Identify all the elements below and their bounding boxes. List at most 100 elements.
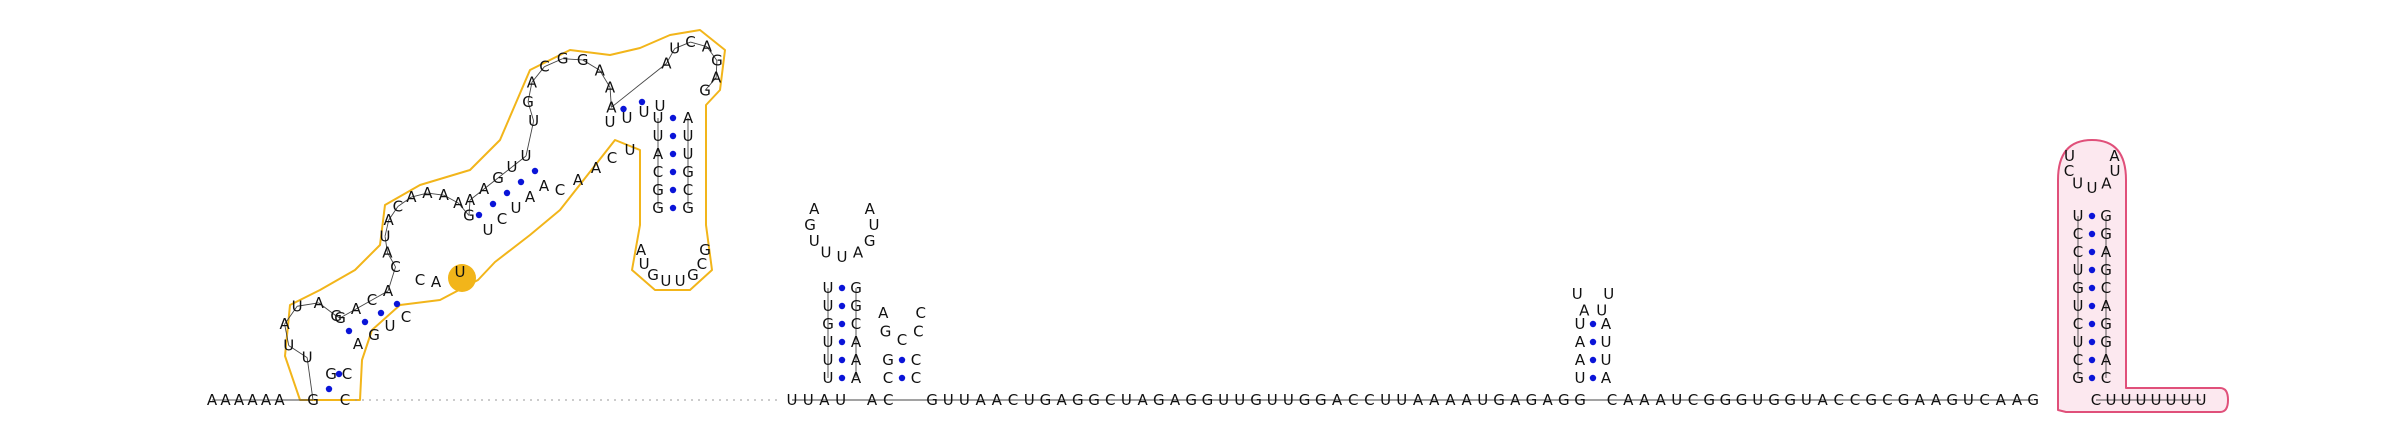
base-pair-dot [377,309,385,317]
nucleotide-C: C [653,163,663,181]
nucleotide-A: A [2101,351,2112,369]
nucleotide-G: G [711,52,723,70]
base-pair-dot [669,204,677,212]
base-pair-dot [2088,338,2096,346]
base-pair-dot [393,300,401,308]
nucleotide-A: A [865,200,876,218]
nucleotide-A: A [1623,391,1634,409]
nucleotide-U: U [675,272,686,290]
nucleotide-U: U [1267,391,1278,409]
nucleotide-A: A [851,333,862,351]
nucleotide-A: A [1915,391,1926,409]
nucleotide-A: A [605,78,616,96]
nucleotide-A: A [1542,391,1553,409]
nucleotide-C: C [401,308,411,326]
nucleotide-G: G [1736,391,1748,409]
nucleotide-G: G [1315,391,1327,409]
nucleotide-U: U [283,337,294,355]
nucleotide-U: U [521,147,532,165]
nucleotide-A: A [1445,391,1456,409]
nucleotide-G: G [557,50,569,68]
nucleotide-U: U [380,227,391,245]
nucleotide-U: U [1601,351,1612,369]
base-pair-dot [838,374,846,382]
nucleotide-G: G [822,315,834,333]
nucleotide-G: G [577,51,589,69]
base-pair-dot [345,327,353,335]
nucleotide-G: G [699,241,711,259]
nucleotide-A: A [2101,297,2112,315]
nucleotide-U: U [823,279,834,297]
nucleotide-U: U [653,109,664,127]
nucleotide-U: U [605,113,616,131]
nucleotide-U: U [835,391,846,409]
nucleotide-U: U [2073,261,2084,279]
nucleotide-A: A [422,184,433,202]
nucleotide-G: G [882,351,894,369]
nucleotide-U: U [1218,391,1229,409]
nucleotide-G: G [1558,391,1570,409]
nucleotide-G: G [1153,391,1165,409]
nucleotide-G: G [652,199,664,217]
nucleotide-C: C [1008,391,1018,409]
nucleotide-A: A [2012,391,2023,409]
nucleotide-G: G [1493,391,1505,409]
nucleotide-U: U [528,112,539,130]
nucleotide-A: A [1575,351,1586,369]
nucleotide-G: G [2100,315,2112,333]
nucleotide-G: G [682,199,694,217]
nucleotide-G: G [1898,391,1910,409]
nucleotide-A: A [465,191,476,209]
nucleotide-C: C [1607,391,1617,409]
nucleotide-A: A [1601,369,1612,387]
nucleotide-C: C [1850,391,1860,409]
nucleotide-C: C [415,271,425,289]
base-pair-dot [2088,266,2096,274]
base-pair-dot [2088,212,2096,220]
nucleotide-G: G [1720,391,1732,409]
nucleotide-U: U [292,297,303,315]
nucleotide-U: U [959,391,970,409]
nucleotide-A: A [1931,391,1942,409]
nucleotide-A: A [1056,391,1067,409]
base-pair-dot [669,150,677,158]
nucleotide-G: G [1250,391,1262,409]
nucleotide-C: C [1105,391,1115,409]
base-pair-layer [325,98,2096,393]
nucleotide-A: A [479,180,490,198]
nucleotide-U: U [1575,369,1586,387]
nucleotide-G: G [1299,391,1311,409]
nucleotide-G: G [492,169,504,187]
nucleotide-A: A [1413,391,1424,409]
nucleotide-A: A [992,391,1003,409]
nucleotide-U: U [483,221,494,239]
nucleotide-A: A [353,335,364,353]
nucleotide-C: C [2073,351,2083,369]
nucleotide-U: U [683,127,694,145]
nucleotide-A: A [406,188,417,206]
rna-secondary-structure-diagram: A A A A A A G CUUAU AGG CGAAGCUACC AUCAUACA A A AGAUA… [207,29,2229,413]
nucleotide-G: G [307,391,319,409]
nucleotide-U: U [669,40,680,58]
nucleotide-A: A [1996,391,2007,409]
base-pair-dot [325,385,333,393]
nucleotide-C: C [1688,391,1698,409]
base-pair-dot [1589,320,1597,328]
nucleotide-A: A [1170,391,1181,409]
nucleotide-A: A [851,351,862,369]
nucleotide-C: C [2091,391,2101,409]
nucleotide-C: C [883,391,893,409]
nucleotide-U: U [2087,179,2098,197]
nucleotide-G: G [1526,391,1538,409]
nucleotide-G: G [1768,391,1780,409]
nucleotide-U: U [302,349,313,367]
nucleotide-C: C [911,351,921,369]
nucleotide-U: U [1380,391,1391,409]
nucleotide-U: U [660,272,671,290]
nucleotide-U: U [2151,391,2162,409]
nucleotide-C: C [2101,279,2111,297]
nucleotide-C: C [1834,391,1844,409]
nucleotide-A: A [653,145,664,163]
nucleotide-A: A [525,188,536,206]
nucleotide-A: A [539,177,550,195]
